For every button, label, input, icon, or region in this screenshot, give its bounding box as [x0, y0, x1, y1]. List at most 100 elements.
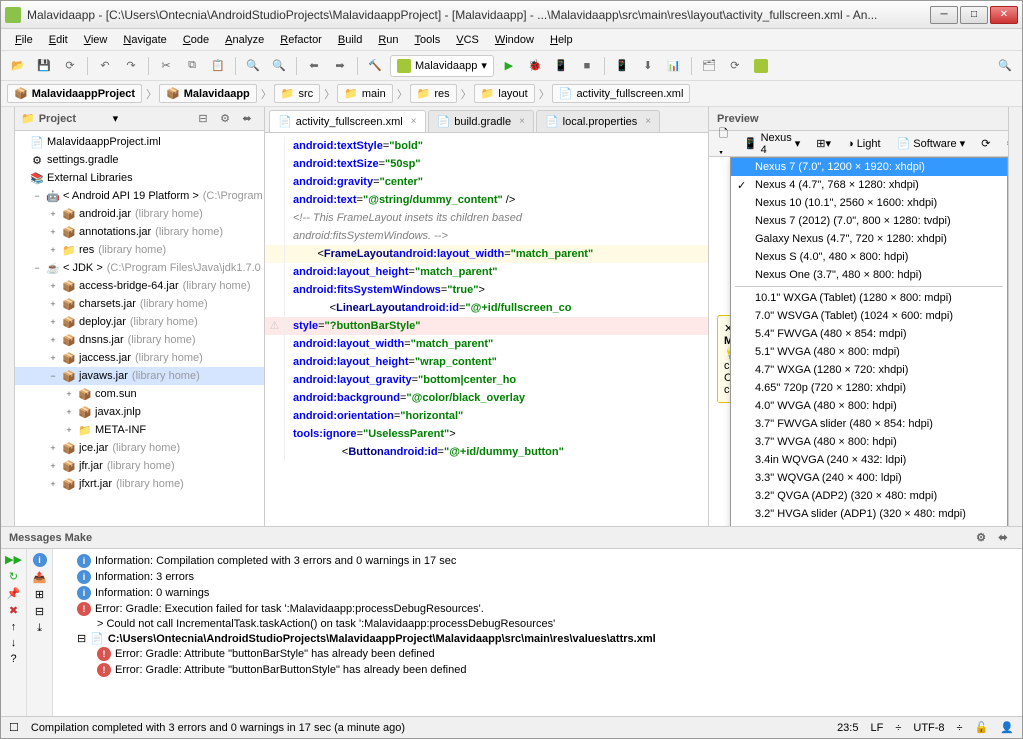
crumb-5[interactable]: 📁layout — [474, 84, 535, 103]
sync-gradle-icon[interactable]: ⟳ — [724, 55, 746, 77]
collapse-icon[interactable]: ⊟ — [35, 605, 44, 618]
message-line[interactable]: ! Error: Gradle: Execution failed for ta… — [57, 601, 1018, 617]
project-view-dropdown[interactable]: ▾ — [113, 112, 119, 125]
minimize-button[interactable]: ─ — [930, 6, 958, 24]
device-selector[interactable]: 📱Nexus 4▾ — [738, 130, 806, 158]
up-icon[interactable]: ↑ — [11, 621, 17, 633]
device-option[interactable]: Galaxy Nexus (4.7", 720 × 1280: xhdpi) — [731, 230, 1007, 248]
tree-item[interactable]: +📁META-INF — [15, 421, 264, 439]
tree-toggle-icon[interactable]: − — [31, 263, 43, 273]
down-icon[interactable]: ↓ — [11, 637, 17, 649]
tree-item[interactable]: +📦jaccess.jar(library home) — [15, 349, 264, 367]
menu-view[interactable]: View — [76, 32, 116, 48]
tree-toggle-icon[interactable]: + — [47, 227, 59, 237]
paste-icon[interactable]: 📋 — [207, 55, 229, 77]
code-line[interactable]: <LinearLayout android:id="@+id/fullscree… — [265, 299, 708, 317]
menu-help[interactable]: Help — [542, 32, 581, 48]
lock-icon[interactable]: 🔓 — [975, 721, 989, 734]
tree-item[interactable]: ⚙settings.gradle — [15, 151, 264, 169]
message-line[interactable]: ! Error: Gradle: Attribute "buttonBarSty… — [57, 646, 1018, 662]
code-line[interactable]: android:orientation="horizontal" — [265, 407, 708, 425]
tree-item[interactable]: −📦javaws.jar(library home) — [15, 367, 264, 385]
render-selector[interactable]: 📄Software▾ — [891, 135, 972, 152]
menu-tools[interactable]: Tools — [407, 32, 449, 48]
line-separator[interactable]: LF — [870, 722, 883, 734]
menu-vcs[interactable]: VCS — [448, 32, 487, 48]
menu-run[interactable]: Run — [370, 32, 406, 48]
code-line[interactable]: android:background="@color/black_overlay — [265, 389, 708, 407]
code-line[interactable]: android:layout_height="wrap_content" — [265, 353, 708, 371]
encoding[interactable]: UTF-8 — [913, 722, 944, 734]
tree-toggle-icon[interactable]: + — [47, 461, 59, 471]
make-icon[interactable]: 🔨 — [364, 55, 386, 77]
device-option[interactable]: Nexus S (4.0", 480 × 800: hdpi) — [731, 248, 1007, 266]
tree-item[interactable]: +📦jfr.jar(library home) — [15, 457, 264, 475]
tree-item[interactable]: −🤖< Android API 19 Platform >(C:\Program — [15, 187, 264, 205]
open-icon[interactable]: 📂 — [7, 55, 29, 77]
close-tab-icon[interactable]: × — [519, 116, 525, 127]
tree-toggle-icon[interactable]: + — [47, 317, 59, 327]
run-config-selector[interactable]: Malavidaapp ▾ — [390, 55, 494, 77]
help-icon[interactable]: ? — [10, 653, 16, 665]
tree-item[interactable]: +📦android.jar(library home) — [15, 205, 264, 223]
tree-toggle-icon[interactable]: + — [47, 335, 59, 345]
redo-icon[interactable]: ↷ — [120, 55, 142, 77]
editor-tab[interactable]: 📄local.properties× — [536, 110, 660, 132]
tree-item[interactable]: +📦jfxrt.jar(library home) — [15, 475, 264, 493]
collapse-icon[interactable]: ⊟ — [192, 108, 214, 130]
theme-selector[interactable]: ◑Light — [841, 136, 887, 152]
tree-item[interactable]: +📦dnsns.jar(library home) — [15, 331, 264, 349]
stop-icon[interactable]: ■ — [576, 55, 598, 77]
crumb-4[interactable]: 📁res — [410, 84, 457, 103]
debug-icon[interactable]: 🐞 — [524, 55, 546, 77]
code-line[interactable]: <!-- This FrameLayout insets its childre… — [265, 209, 708, 227]
device-dropdown[interactable]: Nexus 7 (7.0", 1200 × 1920: xhdpi)✓Nexus… — [730, 157, 1008, 526]
editor-tab[interactable]: 📄build.gradle× — [428, 110, 534, 132]
tree-toggle-icon[interactable]: + — [63, 389, 75, 399]
toggle-icon[interactable]: ⊟ — [77, 632, 86, 645]
messages-hide-icon[interactable]: ⬌ — [992, 527, 1014, 549]
structure-icon[interactable]: 🗂 — [698, 55, 720, 77]
device-option[interactable]: Nexus 10 (10.1", 2560 × 1600: xhdpi) — [731, 194, 1007, 212]
device-option[interactable]: 4.65" 720p (720 × 1280: xhdpi) — [731, 379, 1007, 397]
orientation-icon[interactable]: ⊞▾ — [810, 135, 837, 152]
code-line[interactable]: android:fitsSystemWindows="true"> — [265, 281, 708, 299]
device-option[interactable]: 7.0" WSVGA (Tablet) (1024 × 600: mdpi) — [731, 307, 1007, 325]
message-line[interactable]: ⊟ 📄 C:\Users\Ontecnia\AndroidStudioProje… — [57, 631, 1018, 646]
code-line[interactable]: tools:ignore="UselessParent"> — [265, 425, 708, 443]
menu-refactor[interactable]: Refactor — [272, 32, 330, 48]
close-tab-icon[interactable]: × — [411, 116, 417, 127]
tree-item[interactable]: +📦charsets.jar(library home) — [15, 295, 264, 313]
editor-tab[interactable]: 📄activity_fullscreen.xml× — [269, 110, 426, 132]
tree-item[interactable]: +📦jce.jar(library home) — [15, 439, 264, 457]
device-option[interactable]: 3.7" WVGA (480 × 800: hdpi) — [731, 433, 1007, 451]
expand-icon[interactable]: ⊞ — [35, 588, 44, 601]
device-option[interactable]: ✓Nexus 4 (4.7", 768 × 1280: xhdpi) — [731, 176, 1007, 194]
tree-toggle-icon[interactable]: + — [47, 209, 59, 219]
tree-toggle-icon[interactable]: + — [47, 299, 59, 309]
menu-analyze[interactable]: Analyze — [217, 32, 272, 48]
code-line[interactable]: android:layout_height="match_parent" — [265, 263, 708, 281]
search-icon[interactable]: 🔍 — [994, 55, 1016, 77]
crumb-6[interactable]: 📄activity_fullscreen.xml — [552, 84, 691, 103]
tree-toggle-icon[interactable]: + — [63, 407, 75, 417]
maximize-button[interactable]: □ — [960, 6, 988, 24]
tree-toggle-icon[interactable]: + — [47, 479, 59, 489]
close-button[interactable]: ✕ — [990, 6, 1018, 24]
tree-item[interactable]: −☕< JDK >(C:\Program Files\Java\jdk1.7.0 — [15, 259, 264, 277]
cut-icon[interactable]: ✂ — [155, 55, 177, 77]
tree-item[interactable]: +📦javax.jnlp — [15, 403, 264, 421]
device-option[interactable]: 5.1" WVGA (480 × 800: mdpi) — [731, 343, 1007, 361]
tree-toggle-icon[interactable]: − — [47, 371, 59, 381]
export-icon[interactable]: 📤 — [33, 571, 47, 584]
device-option[interactable]: Nexus 7 (2012) (7.0", 800 × 1280: tvdpi) — [731, 212, 1007, 230]
code-line[interactable]: <Button android:id="@+id/dummy_button" — [265, 443, 708, 461]
device-option[interactable]: 3.4in WQVGA (240 × 432: ldpi) — [731, 451, 1007, 469]
refresh-icon[interactable]: ⟳ — [975, 135, 996, 152]
menu-file[interactable]: File — [7, 32, 41, 48]
code-line[interactable]: ⚠ style="?buttonBarStyle" — [265, 317, 708, 335]
run-icon[interactable]: ▶ — [498, 55, 520, 77]
crumb-3[interactable]: 📁main — [337, 84, 393, 103]
avd-icon[interactable]: 📱 — [611, 55, 633, 77]
message-line[interactable]: > Could not call IncrementalTask.taskAct… — [57, 617, 1018, 631]
